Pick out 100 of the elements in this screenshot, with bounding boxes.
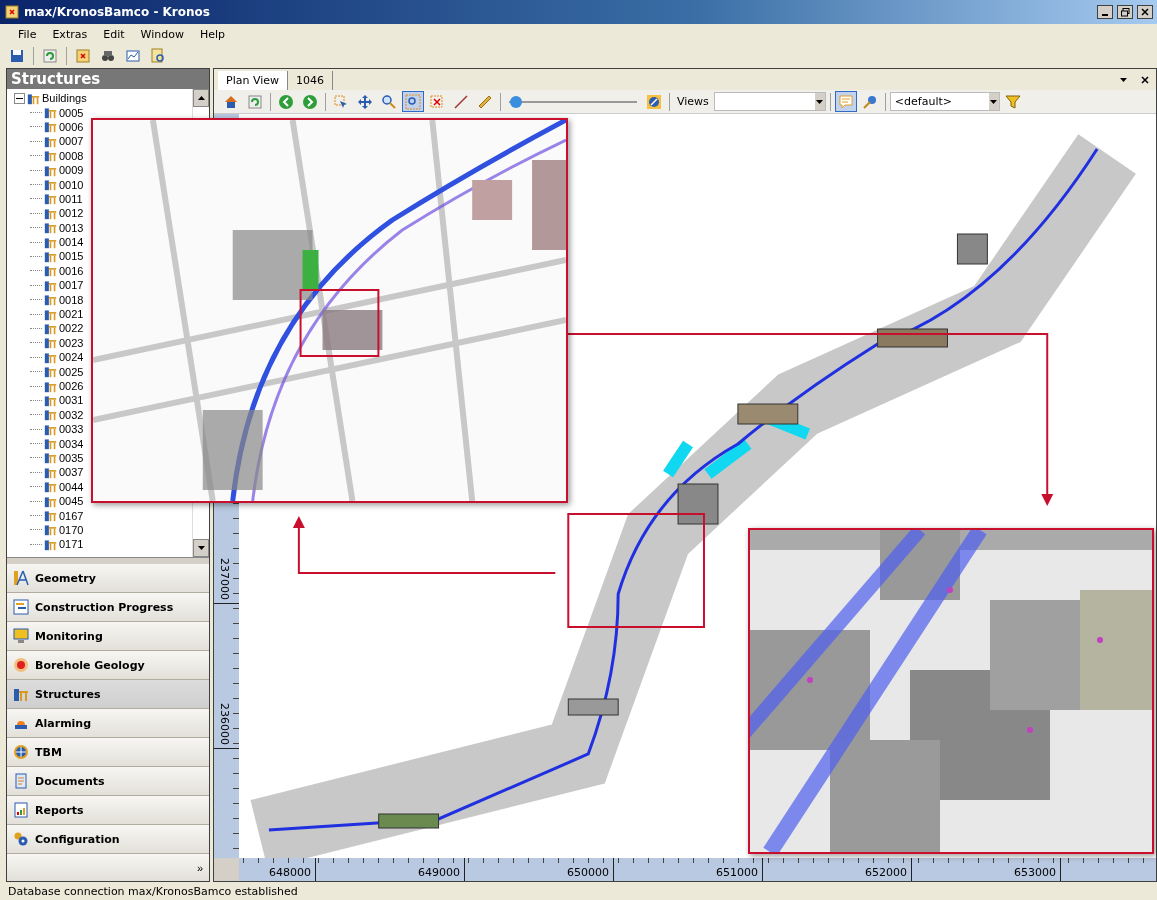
window-title: max/KronosBamco - Kronos bbox=[24, 5, 211, 19]
map-tool-button[interactable] bbox=[402, 91, 424, 112]
tree-item[interactable]: 0017 bbox=[59, 279, 84, 292]
minimize-button[interactable] bbox=[1097, 5, 1113, 19]
tree-item[interactable]: 0024 bbox=[59, 351, 84, 364]
navigation-button[interactable]: Structures bbox=[7, 680, 209, 709]
binoculars-icon bbox=[100, 48, 116, 64]
tree-item[interactable]: 0032 bbox=[59, 408, 84, 421]
compass-icon bbox=[646, 93, 662, 110]
navigation-button[interactable]: Alarming bbox=[7, 709, 209, 738]
tree-item[interactable]: 0015 bbox=[59, 250, 84, 263]
restore-button[interactable] bbox=[1117, 5, 1133, 19]
building-icon bbox=[44, 264, 57, 278]
close-button[interactable] bbox=[1137, 5, 1153, 19]
building-icon bbox=[44, 192, 57, 206]
scroll-up-button[interactable] bbox=[193, 89, 209, 107]
menu-item[interactable]: Help bbox=[191, 27, 233, 41]
tree-item[interactable]: 0010 bbox=[59, 178, 84, 191]
tree-item[interactable]: 0005 bbox=[59, 106, 84, 119]
building-icon bbox=[44, 422, 57, 436]
borehole-icon bbox=[13, 657, 29, 673]
style-dropdown[interactable]: <default> bbox=[889, 92, 1000, 111]
clear-selection-icon bbox=[429, 93, 445, 110]
tree-item[interactable]: 0013 bbox=[59, 221, 84, 234]
tree-item[interactable]: 0007 bbox=[59, 135, 84, 148]
tree-item[interactable]: 0045 bbox=[59, 495, 84, 508]
tree-item[interactable]: 0008 bbox=[59, 149, 84, 162]
tree-item[interactable]: 0034 bbox=[59, 437, 84, 450]
navigation-button[interactable]: Monitoring bbox=[7, 622, 209, 651]
zoom-icon bbox=[381, 93, 397, 110]
tree-item[interactable]: 0012 bbox=[59, 207, 84, 220]
building-icon bbox=[44, 163, 57, 177]
caret-icon bbox=[816, 99, 824, 104]
tree-item[interactable]: 0025 bbox=[59, 365, 84, 378]
zoom-slider-thumb[interactable] bbox=[509, 95, 522, 108]
preview-icon bbox=[150, 48, 166, 64]
building-icon bbox=[44, 480, 57, 494]
building-icon bbox=[44, 336, 57, 350]
building-icon bbox=[44, 134, 57, 148]
ruler-label: 649000 bbox=[316, 858, 465, 881]
tree-item[interactable]: 0167 bbox=[59, 509, 84, 522]
tree-item[interactable]: 0022 bbox=[59, 322, 84, 335]
tree-item[interactable]: 0026 bbox=[59, 380, 84, 392]
navigation-button[interactable]: Borehole Geology bbox=[7, 651, 209, 680]
more-button[interactable]: » bbox=[194, 861, 205, 874]
monitor-icon bbox=[13, 628, 29, 644]
menu-item[interactable]: Edit bbox=[95, 27, 133, 41]
select-icon bbox=[333, 93, 349, 110]
tree-item[interactable]: Buildings bbox=[42, 92, 87, 105]
ruler-label: 653000 bbox=[912, 858, 1061, 881]
tree-item[interactable]: 0031 bbox=[59, 394, 84, 407]
collapse-toggle[interactable] bbox=[14, 92, 25, 104]
tree-item[interactable]: 0023 bbox=[59, 336, 84, 349]
navigation-button[interactable]: Construction Progress bbox=[7, 593, 209, 622]
menu-item[interactable]: Extras bbox=[44, 27, 96, 41]
refresh-icon bbox=[42, 48, 58, 64]
menu-item[interactable]: File bbox=[10, 27, 45, 41]
tree-item[interactable]: 0033 bbox=[59, 423, 84, 436]
tree-item[interactable]: 0037 bbox=[59, 466, 84, 479]
navigation-button[interactable]: TBM bbox=[7, 738, 209, 767]
tree-item[interactable]: 0009 bbox=[59, 164, 84, 177]
building-icon bbox=[44, 235, 57, 249]
caret-icon bbox=[990, 99, 998, 104]
navigation-button[interactable]: Documents bbox=[7, 767, 209, 796]
building-icon bbox=[44, 437, 57, 451]
building-icon bbox=[44, 221, 57, 235]
navigation-button[interactable]: Reports bbox=[7, 796, 209, 825]
scroll-down-button[interactable] bbox=[193, 539, 209, 557]
building-icon bbox=[44, 509, 57, 522]
building-icon bbox=[44, 250, 57, 263]
document-icon bbox=[13, 773, 29, 789]
tree-item[interactable]: 0170 bbox=[59, 523, 84, 536]
wheel-icon bbox=[13, 744, 29, 760]
tree-item[interactable]: 0021 bbox=[59, 308, 84, 321]
filter-icon bbox=[1004, 93, 1021, 110]
document-tab[interactable]: Plan View bbox=[218, 71, 288, 90]
building-icon bbox=[44, 523, 57, 537]
save-icon bbox=[9, 48, 25, 64]
ruler-label: 652000 bbox=[763, 858, 912, 881]
building-icon bbox=[44, 106, 57, 120]
tree-item[interactable]: 0006 bbox=[59, 120, 84, 133]
map-tool-button[interactable] bbox=[834, 91, 857, 112]
tree-item[interactable]: 0018 bbox=[59, 293, 84, 306]
tree-item[interactable]: 0171 bbox=[59, 538, 84, 551]
navigation-button[interactable]: Geometry bbox=[7, 564, 209, 593]
forward-icon bbox=[302, 93, 318, 110]
tree-item[interactable]: 0014 bbox=[59, 236, 84, 249]
tree-item[interactable]: 0011 bbox=[59, 192, 83, 205]
tree-item[interactable]: 0044 bbox=[59, 480, 84, 493]
navigation-button[interactable]: Configuration bbox=[7, 825, 209, 854]
caret-icon bbox=[1119, 77, 1127, 82]
ruler-corner bbox=[214, 858, 239, 881]
building-icon bbox=[44, 120, 57, 134]
menu-item[interactable]: Window bbox=[132, 27, 192, 41]
building-icon bbox=[27, 91, 40, 105]
tree-item[interactable]: 0016 bbox=[59, 264, 84, 277]
building-icon bbox=[44, 278, 57, 292]
refresh-icon bbox=[247, 93, 263, 110]
home-icon bbox=[223, 93, 239, 110]
tree-item[interactable]: 0035 bbox=[59, 451, 84, 464]
